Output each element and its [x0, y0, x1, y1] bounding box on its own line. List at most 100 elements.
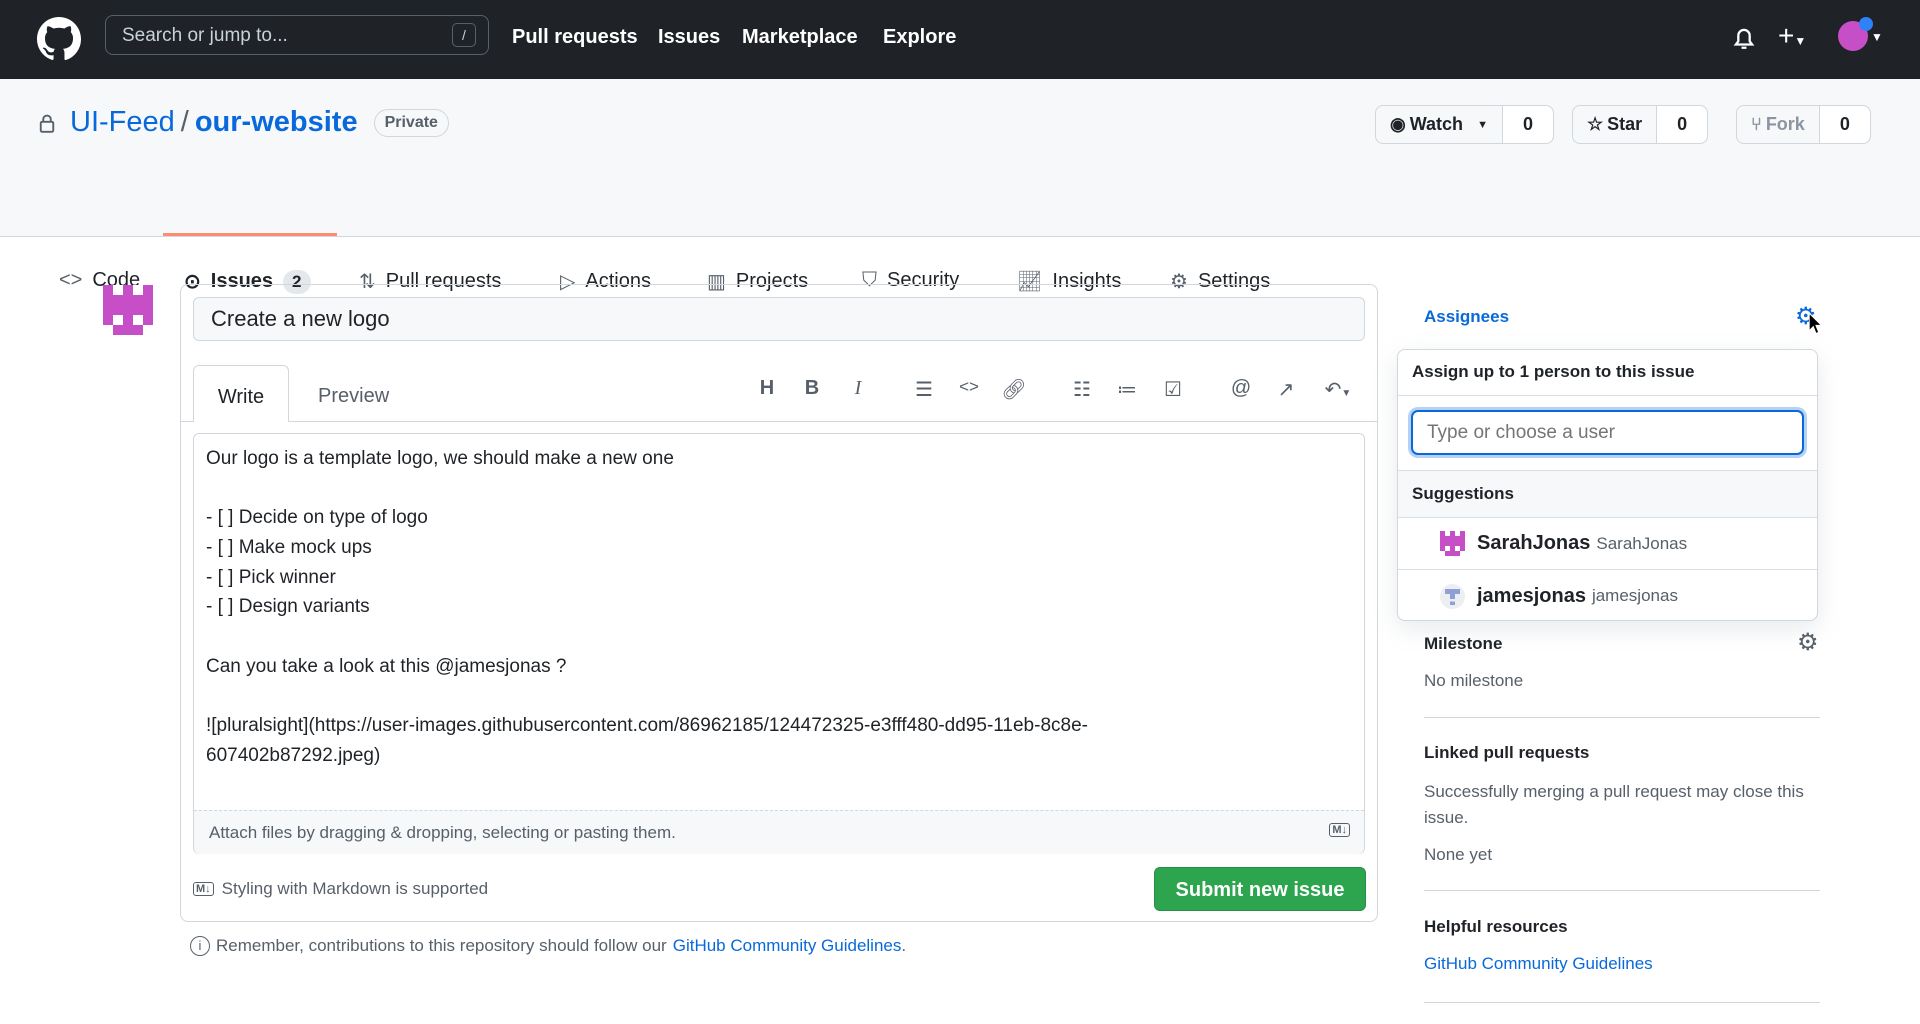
community-guidelines-sidebar-link[interactable]: GitHub Community Guidelines [1424, 954, 1653, 974]
body-line [206, 682, 1088, 712]
star-icon: ☆ [1587, 114, 1604, 134]
heading-icon[interactable]: H [754, 377, 780, 403]
fork-count[interactable]: 0 [1818, 106, 1870, 143]
user-login: SarahJonas [1477, 532, 1591, 554]
body-line: 607402b87292.jpeg) [206, 744, 381, 766]
star-label: Star [1607, 114, 1643, 134]
markdown-icon: M↓ [1329, 823, 1350, 837]
body-line: ![pluralsight](https://user-images.githu… [206, 715, 1088, 737]
assignees-heading[interactable]: Assignees [1424, 307, 1509, 327]
fork-button[interactable]: ⑂ Fork 0 [1736, 105, 1871, 144]
reminder-text: Remember, contributions to this reposito… [216, 936, 667, 955]
user-filter-input[interactable] [1411, 410, 1804, 455]
cross-reference-icon[interactable]: ↗ [1273, 377, 1299, 403]
sidebar-divider [1424, 1002, 1820, 1003]
quote-icon[interactable]: ☰ [911, 377, 937, 403]
milestone-heading[interactable]: Milestone [1424, 634, 1502, 654]
milestone-value: No milestone [1424, 671, 1524, 690]
write-tab[interactable]: Write [193, 365, 289, 422]
bell-icon[interactable] [1731, 24, 1757, 52]
bold-icon[interactable]: B [799, 377, 825, 403]
global-header: Search or jump to... / Pull requests Issu… [0, 0, 1920, 79]
attach-hint: Attach files by dragging & dropping, sel… [209, 823, 676, 842]
repo-name-link[interactable]: our-website [195, 106, 358, 139]
markdown-icon: M↓ [193, 882, 214, 896]
task-list-icon[interactable]: ☑ [1160, 377, 1186, 403]
fork-icon: ⑂ [1751, 114, 1762, 134]
suggestions-header: Suggestions [1398, 471, 1817, 518]
nav-pull-requests[interactable]: Pull requests [512, 26, 638, 49]
user-name: SarahJonas [1596, 533, 1688, 553]
mouse-cursor-icon [1809, 313, 1823, 335]
reminder-suffix: . [901, 936, 907, 955]
watch-count[interactable]: 0 [1501, 106, 1553, 143]
nav-explore[interactable]: Explore [883, 26, 956, 49]
issue-form: Create a new logo Write Preview H B I ☰ … [180, 284, 1378, 922]
markdown-support-note[interactable]: M↓ Styling with Markdown is supported [193, 879, 488, 899]
visibility-badge: Private [373, 108, 449, 137]
plus-icon[interactable]: +▼ [1778, 20, 1806, 52]
markdown-note-text: Styling with Markdown is supported [221, 879, 489, 898]
user-login: jamesjonas [1477, 584, 1586, 607]
code-icon: <> [59, 269, 83, 291]
helpful-resources-heading: Helpful resources [1424, 917, 1568, 936]
ordered-list-icon[interactable]: ≔ [1114, 377, 1140, 403]
user-avatar [1440, 583, 1465, 609]
notification-dot [1859, 17, 1873, 31]
body-line: Our logo is a template logo, we should m… [206, 448, 674, 469]
search-placeholder: Search or jump to... [122, 25, 288, 46]
contribution-reminder: i Remember, contributions to this reposi… [190, 936, 906, 956]
code-icon[interactable]: <> [956, 377, 982, 403]
body-line: Can you take a look at this @jamesjonas … [206, 655, 567, 677]
issue-body-editor[interactable]: Our logo is a template logo, we should m… [193, 433, 1365, 854]
issue-title-input[interactable]: Create a new logo [193, 297, 1365, 341]
slash-shortcut-hint: / [452, 23, 476, 47]
eye-icon: ◉ [1390, 114, 1406, 134]
unordered-list-icon[interactable]: ☷ [1069, 377, 1095, 403]
body-line [206, 474, 1088, 504]
community-guidelines-link[interactable]: GitHub Community Guidelines [673, 936, 902, 956]
body-line: - [ ] Design variants [206, 596, 370, 618]
watch-label: Watch [1409, 114, 1464, 134]
author-avatar [103, 285, 153, 335]
italic-icon[interactable]: I [845, 377, 871, 403]
repo-owner-link[interactable]: UI-Feed [70, 106, 175, 139]
link-icon[interactable]: 🔗︎ [1001, 377, 1027, 403]
sidebar-divider [1424, 717, 1820, 718]
user-avatar [1440, 531, 1465, 556]
reply-icon[interactable]: ↶▼ [1318, 377, 1358, 403]
body-line: - [ ] Make mock ups [206, 537, 372, 559]
body-line: - [ ] Pick winner [206, 566, 336, 588]
linked-prs-heading: Linked pull requests [1424, 743, 1590, 762]
fork-label: Fork [1765, 114, 1805, 134]
github-logo-icon[interactable] [37, 17, 81, 61]
issue-body-text: Our logo is a template logo, we should m… [206, 444, 1088, 771]
linked-prs-value: None yet [1424, 845, 1493, 864]
submit-new-issue-button[interactable]: Submit new issue [1154, 867, 1366, 911]
body-line: - [ ] Decide on type of logo [206, 507, 428, 529]
lock-icon [39, 114, 55, 133]
info-icon: i [190, 936, 210, 956]
sidebar-divider [1424, 890, 1820, 891]
preview-tab[interactable]: Preview [318, 385, 389, 408]
linked-prs-text: Successfully merging a pull request may … [1424, 782, 1804, 827]
suggestion-item[interactable]: jamesjonas jamesjonas [1398, 570, 1817, 620]
nav-issues[interactable]: Issues [658, 26, 720, 49]
star-count[interactable]: 0 [1656, 106, 1708, 143]
star-button[interactable]: ☆ Star 0 [1572, 105, 1709, 144]
caret-icon: ▼ [1477, 118, 1488, 131]
attach-files-bar[interactable]: Attach files by dragging & dropping, sel… [194, 810, 1364, 854]
chevron-down-icon[interactable]: ▼ [1871, 30, 1883, 44]
repo-separator: / [180, 106, 189, 138]
search-input[interactable]: Search or jump to... / [105, 15, 489, 55]
assignees-dropdown: Assign up to 1 person to this issue Sugg… [1397, 349, 1818, 621]
mention-icon[interactable]: @ [1228, 377, 1254, 403]
milestone-gear-icon[interactable]: ⚙ [1797, 628, 1819, 657]
tab-divider [181, 421, 1377, 422]
active-tab-underline [163, 233, 337, 236]
watch-button[interactable]: ◉ Watch ▼ 0 [1375, 105, 1554, 144]
dropdown-title: Assign up to 1 person to this issue [1398, 350, 1817, 396]
suggestion-item[interactable]: SarahJonas SarahJonas [1398, 518, 1817, 570]
nav-marketplace[interactable]: Marketplace [742, 26, 858, 49]
user-name: jamesjonas [1591, 586, 1678, 605]
